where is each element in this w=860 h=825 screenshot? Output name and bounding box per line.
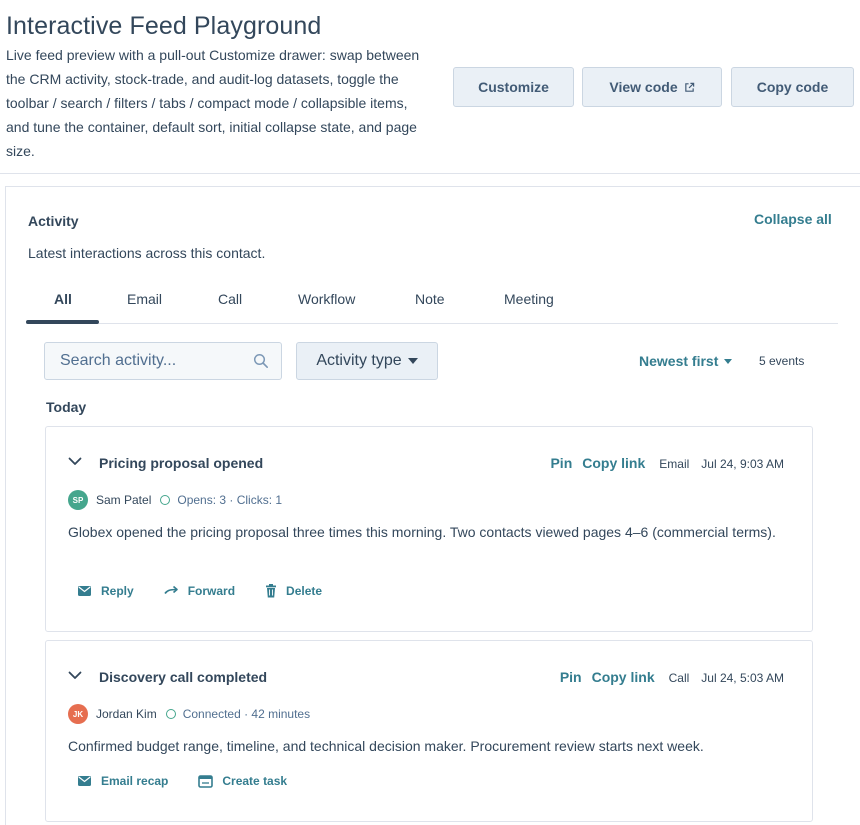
item-action-bar: Email recap Create task <box>77 774 317 788</box>
item-meta: SP Sam Patel Opens: 3 · Clicks: 1 <box>68 490 282 510</box>
tab-call[interactable]: Call <box>218 290 242 324</box>
tab-email[interactable]: Email <box>127 290 162 324</box>
item-meta: JK Jordan Kim Connected · 42 minutes <box>68 704 310 724</box>
copy-link-button[interactable]: Copy link <box>592 669 655 685</box>
task-icon <box>198 774 214 788</box>
feed-subtitle: Latest interactions across this contact. <box>28 245 266 261</box>
header-divider <box>0 173 860 174</box>
item-title: Pricing proposal opened <box>99 455 264 471</box>
view-code-button[interactable]: View code <box>582 67 722 107</box>
item-header-actions: Pin Copy link Call Jul 24, 5:03 AM <box>560 669 784 685</box>
item-header-actions: Pin Copy link Email Jul 24, 9:03 AM <box>550 455 784 471</box>
view-code-label: View code <box>609 79 678 95</box>
status-circle-icon <box>165 709 176 719</box>
caret-down-icon <box>724 358 733 364</box>
tab-meeting[interactable]: Meeting <box>504 290 554 324</box>
status-circle-icon <box>160 495 171 505</box>
chevron-down-icon[interactable] <box>68 671 82 680</box>
feed-title: Activity <box>28 213 79 229</box>
group-label-today: Today <box>46 399 87 415</box>
forward-arrow-icon <box>164 585 178 594</box>
email-recap-button[interactable]: Email recap <box>77 774 168 788</box>
email-recap-label: Email recap <box>101 774 169 788</box>
reply-button[interactable]: Reply <box>77 584 134 598</box>
item-timestamp: Jul 24, 5:03 AM <box>701 671 784 685</box>
page-description: Live feed preview with a pull-out Custom… <box>6 47 420 159</box>
search-box <box>44 342 282 380</box>
activity-type-filter[interactable]: Activity type <box>296 342 438 380</box>
item-stats: Opens: 3 · Clicks: 1 <box>177 493 283 507</box>
item-title: Discovery call completed <box>99 669 268 685</box>
item-type: Email <box>659 457 690 471</box>
pin-button[interactable]: Pin <box>550 455 572 471</box>
active-tab-indicator <box>26 320 99 324</box>
tab-all[interactable]: All <box>54 290 72 324</box>
delete-button[interactable]: Delete <box>265 584 322 598</box>
chevron-down-icon[interactable] <box>68 457 82 466</box>
copy-code-label: Copy code <box>756 79 829 95</box>
item-stats: Connected · 42 minutes <box>182 707 311 721</box>
item-body: Globex opened the pricing proposal three… <box>68 524 776 540</box>
activity-tabs: All Email Call Workflow Note Meeting <box>26 290 838 324</box>
feed-item: Discovery call completed Pin Copy link C… <box>45 640 813 822</box>
item-body: Confirmed budget range, timeline, and te… <box>68 738 704 754</box>
item-timestamp: Jul 24, 9:03 AM <box>701 457 784 471</box>
customize-button[interactable]: Customize <box>453 67 574 107</box>
search-input[interactable] <box>45 343 245 379</box>
external-link-icon <box>684 82 694 92</box>
delete-label: Delete <box>286 584 323 598</box>
sort-dropdown[interactable]: Newest first <box>639 353 733 369</box>
caret-down-icon <box>407 358 418 364</box>
copy-code-button[interactable]: Copy code <box>731 67 854 107</box>
tab-note[interactable]: Note <box>415 290 445 324</box>
create-task-button[interactable]: Create task <box>198 774 287 788</box>
search-icon[interactable] <box>253 353 269 369</box>
item-author: Sam Patel <box>96 493 152 507</box>
create-task-label: Create task <box>222 774 288 788</box>
collapse-all-button[interactable]: Collapse all <box>754 211 832 227</box>
avatar: SP <box>68 490 88 510</box>
item-type: Call <box>668 671 690 685</box>
mail-icon <box>78 776 91 786</box>
reply-label: Reply <box>101 584 134 598</box>
forward-label: Forward <box>187 584 236 598</box>
page-title: Interactive Feed Playground <box>6 12 322 40</box>
events-count: 5 events <box>759 354 805 368</box>
item-action-bar: Reply Forward Delete <box>77 584 352 598</box>
activity-type-label: Activity type <box>316 352 402 369</box>
mail-icon <box>78 586 91 596</box>
pin-button[interactable]: Pin <box>560 669 582 685</box>
feed-item: Pricing proposal opened Pin Copy link Em… <box>45 426 813 632</box>
item-author: Jordan Kim <box>96 707 157 721</box>
sort-label: Newest first <box>639 353 719 369</box>
customize-label: Customize <box>478 79 549 95</box>
trash-icon <box>266 584 277 598</box>
forward-button[interactable]: Forward <box>164 584 235 598</box>
copy-link-button[interactable]: Copy link <box>582 455 645 471</box>
avatar: JK <box>68 704 88 724</box>
tab-workflow[interactable]: Workflow <box>298 290 355 324</box>
